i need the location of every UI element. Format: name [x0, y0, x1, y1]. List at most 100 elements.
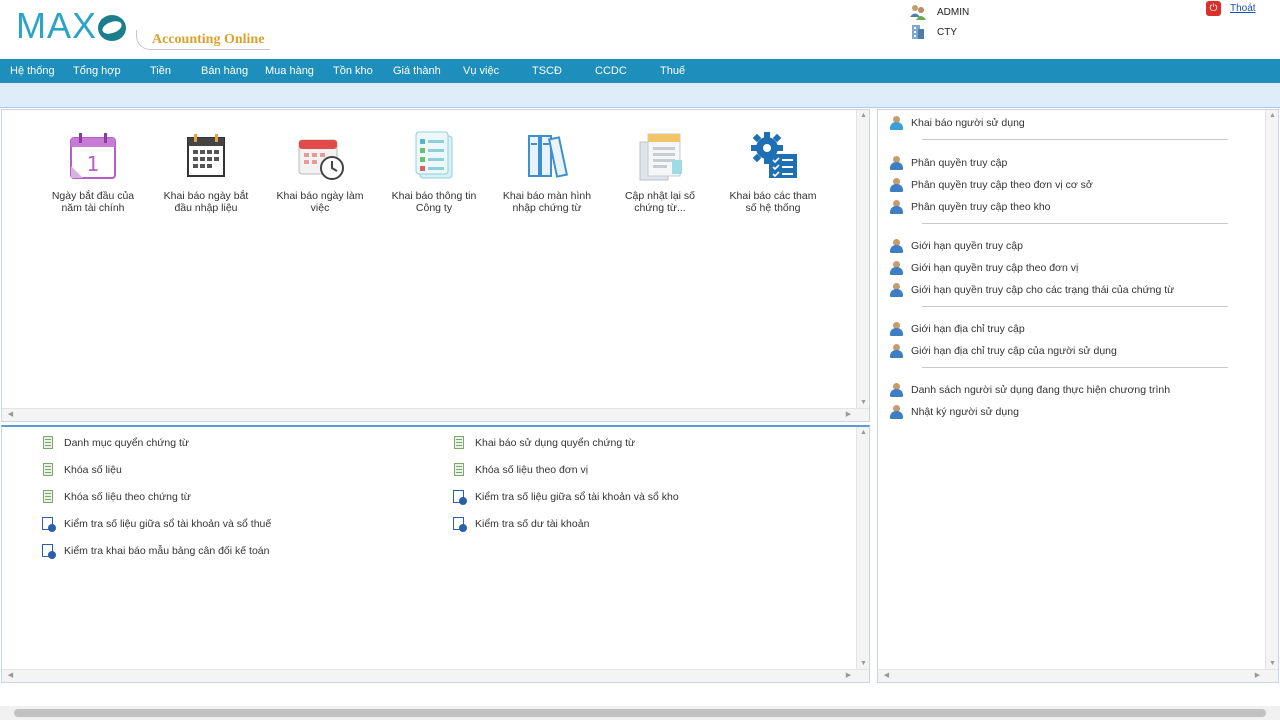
- menu-mua-hang[interactable]: Mua hàng: [265, 59, 314, 83]
- user-icon: [890, 383, 903, 397]
- scroll-up-arrow[interactable]: ▲: [1266, 112, 1279, 119]
- list-item-access-rights[interactable]: Phân quyền truy cập: [890, 155, 1007, 171]
- menu-vu-viec[interactable]: Vụ việc: [463, 59, 499, 83]
- horizontal-scrollbar[interactable]: ◀ ▶: [2, 669, 869, 682]
- user-icon: [890, 178, 903, 192]
- main-menu: Hệ thống Tổng hợp Tiền Bán hàng Mua hàng…: [0, 59, 1280, 83]
- menu-tong-hop[interactable]: Tổng hợp: [73, 59, 121, 83]
- tile-label: Khai báo thông tin Công ty: [391, 190, 477, 214]
- scroll-down-arrow[interactable]: ▼: [1266, 660, 1279, 667]
- scroll-down-arrow[interactable]: ▼: [857, 660, 870, 667]
- list-item-limit-access-by-unit[interactable]: Giới hạn quyền truy cập theo đơn vị: [890, 260, 1078, 276]
- documents-icon: [632, 128, 688, 184]
- list-item-check-ledger-tax[interactable]: Kiểm tra số liệu giữa sổ tài khoản và sổ…: [41, 515, 271, 533]
- user-icon: [890, 344, 903, 358]
- scrollbar-thumb[interactable]: [14, 709, 1266, 717]
- scroll-right-arrow[interactable]: ▶: [842, 410, 855, 418]
- tile-label: Ngày bắt đầu của năm tài chính: [51, 190, 135, 214]
- user-icon: [890, 156, 903, 170]
- logo-tagline: Accounting Online: [152, 32, 265, 47]
- list-item-check-ledger-stock[interactable]: Kiểm tra số liệu giữa sổ tài khoản và sổ…: [452, 488, 679, 506]
- list-item-use-voucher-books[interactable]: Khai báo sử dụng quyển chứng từ: [452, 434, 635, 452]
- menu-tien[interactable]: Tiền: [150, 59, 171, 83]
- scroll-up-arrow[interactable]: ▲: [857, 112, 870, 119]
- power-icon[interactable]: ⏻: [1206, 1, 1221, 16]
- gear-settings-icon: [745, 128, 801, 184]
- document-list-icon: [41, 435, 56, 451]
- tile-data-entry-start[interactable]: Khai báo ngày bắt đầu nhập liệu: [158, 128, 254, 214]
- list-item-voucher-books[interactable]: Danh mục quyển chứng từ: [41, 434, 189, 452]
- list-item-declare-users[interactable]: Khai báo người sử dụng: [890, 115, 1025, 131]
- list-item-check-balance-sheet[interactable]: Kiểm tra khai báo mẫu bảng cân đối kế to…: [41, 542, 269, 560]
- scroll-up-arrow[interactable]: ▲: [857, 429, 870, 436]
- list-item-lock-data[interactable]: Khóa số liệu: [41, 461, 122, 479]
- scroll-right-arrow[interactable]: ▶: [842, 671, 855, 679]
- horizontal-scrollbar[interactable]: ◀ ▶: [2, 408, 869, 421]
- list-item-user-log[interactable]: Nhật ký người sử dụng: [890, 404, 1019, 420]
- scroll-down-arrow[interactable]: ▼: [857, 399, 870, 406]
- calendar-clock-icon: [292, 128, 348, 184]
- list-item-active-users[interactable]: Danh sách người sử dụng đang thực hiện c…: [890, 382, 1170, 398]
- building-icon: [909, 23, 927, 41]
- company-info: CTY: [909, 23, 957, 41]
- list-item-limit-address-by-user[interactable]: Giới hạn địa chỉ truy cập của người sử d…: [890, 343, 1117, 359]
- user-name: ADMIN: [937, 6, 970, 18]
- menu-he-thong[interactable]: Hệ thống: [10, 59, 55, 83]
- user-icon: [890, 283, 903, 297]
- user-icon: [890, 322, 903, 336]
- calendar-grid-icon: [178, 128, 234, 184]
- list-item-access-rights-by-warehouse[interactable]: Phân quyền truy cập theo kho: [890, 199, 1051, 215]
- app-logo[interactable]: MAX Accounting Online: [16, 6, 274, 52]
- company-name: CTY: [937, 26, 957, 38]
- svg-text:1: 1: [87, 152, 100, 176]
- tile-working-days[interactable]: Khai báo ngày làm việc: [272, 128, 368, 214]
- checklist-icon: [406, 128, 462, 184]
- divider: [922, 139, 1228, 140]
- document-check-icon: [452, 516, 467, 532]
- tile-label: Khai báo màn hình nhập chứng từ: [502, 190, 592, 214]
- tile-voucher-screen[interactable]: Khai báo màn hình nhập chứng từ: [499, 128, 595, 214]
- document-check-icon: [41, 543, 56, 559]
- vertical-scrollbar[interactable]: ▲ ▼: [856, 110, 869, 408]
- logout[interactable]: ⏻ Thoát: [1206, 1, 1256, 16]
- document-lock-icon: [452, 462, 467, 478]
- scroll-left-arrow[interactable]: ◀: [4, 671, 17, 679]
- calendar-icon: 1: [65, 128, 121, 184]
- list-item-limit-access[interactable]: Giới hạn quyền truy cập: [890, 238, 1023, 254]
- horizontal-scrollbar[interactable]: ◀ ▶: [878, 669, 1278, 682]
- user-icon: [890, 405, 903, 419]
- scroll-left-arrow[interactable]: ◀: [880, 671, 893, 679]
- tile-system-parameters[interactable]: Khai báo các tham số hệ thống: [725, 128, 821, 214]
- user-icon: [890, 116, 903, 130]
- vertical-scrollbar[interactable]: ▲ ▼: [856, 427, 869, 669]
- document-check-icon: [41, 516, 56, 532]
- document-list-icon: [452, 435, 467, 451]
- submenu-bar: [0, 83, 1280, 108]
- logout-link[interactable]: Thoát: [1230, 3, 1256, 14]
- tile-update-voucher-numbers[interactable]: Cập nhật lại số chứng từ...: [612, 128, 708, 214]
- list-item-lock-by-unit[interactable]: Khóa số liệu theo đơn vị: [452, 461, 588, 479]
- menu-tscd[interactable]: TSCĐ: [532, 59, 562, 83]
- users-icon: [909, 3, 927, 21]
- menu-ccdc[interactable]: CCDC: [595, 59, 627, 83]
- menu-gia-thanh[interactable]: Giá thành: [393, 59, 441, 83]
- tile-company-info[interactable]: Khai báo thông tin Công ty: [386, 128, 482, 214]
- menu-ban-hang[interactable]: Bán hàng: [201, 59, 248, 83]
- list-item-lock-by-voucher[interactable]: Khóa số liệu theo chứng từ: [41, 488, 191, 506]
- scroll-right-arrow[interactable]: ▶: [1251, 671, 1264, 679]
- user-icon: [890, 239, 903, 253]
- function-tiles-panel: 1 Ngày bắt đầu của năm tài chính Khai bá…: [1, 109, 870, 422]
- page-horizontal-scrollbar[interactable]: [0, 706, 1280, 720]
- list-item-access-rights-by-unit[interactable]: Phân quyền truy cập theo đơn vị cơ sở: [890, 177, 1093, 193]
- menu-ton-kho[interactable]: Tồn kho: [333, 59, 373, 83]
- list-item-limit-address[interactable]: Giới hạn địa chỉ truy cập: [890, 321, 1025, 337]
- divider: [922, 223, 1228, 224]
- divider: [922, 367, 1228, 368]
- list-item-limit-access-by-status[interactable]: Giới hạn quyền truy cập cho các trạng th…: [890, 282, 1174, 298]
- list-item-check-account-balance[interactable]: Kiểm tra số dư tài khoản: [452, 515, 589, 533]
- menu-thue[interactable]: Thuế: [660, 59, 685, 83]
- vertical-scrollbar[interactable]: ▲ ▼: [1265, 110, 1278, 669]
- tile-fiscal-year-start[interactable]: 1 Ngày bắt đầu của năm tài chính: [45, 128, 141, 214]
- user-icon: [890, 261, 903, 275]
- scroll-left-arrow[interactable]: ◀: [4, 410, 17, 418]
